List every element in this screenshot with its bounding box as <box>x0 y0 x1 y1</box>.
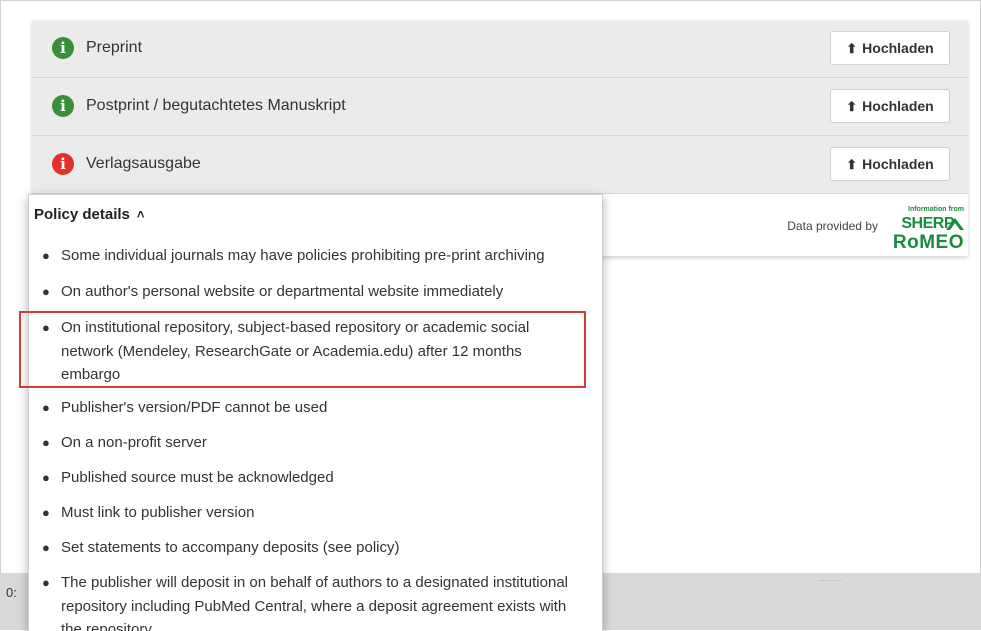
policy-item-text: On author's personal website or departme… <box>61 283 504 300</box>
logo-triangle-inner <box>950 223 960 230</box>
upload-button[interactable]: ⬆ Hochladen <box>830 89 950 123</box>
version-label: Postprint / begutachtetes Manuskript <box>86 97 346 114</box>
policy-item-text: Must link to publisher version <box>61 504 255 521</box>
upload-button-label: Hochladen <box>862 98 934 114</box>
strip-divider <box>818 580 842 581</box>
sherpa-romeo-logo[interactable]: Information from SHERP RoMEO <box>882 206 966 256</box>
bullet-icon: ● <box>42 320 50 335</box>
bullet-icon: ● <box>42 470 50 485</box>
policy-item: ● Published source must be acknowledged <box>42 466 581 490</box>
policy-item-text: Published source must be acknowledged <box>61 469 334 486</box>
upload-icon: ⬆ <box>846 157 858 172</box>
policy-item: ● Set statements to accompany deposits (s… <box>42 536 581 560</box>
upload-button[interactable]: ⬆ Hochladen <box>830 147 950 181</box>
policy-item: ● On author's personal website or departm… <box>42 280 581 304</box>
bullet-icon: ● <box>42 284 50 299</box>
data-provided-text: Data provided by <box>787 219 878 233</box>
version-label: Verlagsausgabe <box>86 155 201 172</box>
policy-item-text: Some individual journals may have polici… <box>61 247 545 264</box>
logo-caption: Information from <box>908 206 964 213</box>
logo-romeo-text: RoMEO <box>892 232 964 253</box>
policy-item: ● On a non-profit server <box>42 431 581 455</box>
policy-item-text: The publisher will deposit in on behalf … <box>61 574 568 631</box>
upload-button[interactable]: ⬆ Hochladen <box>830 31 950 65</box>
policy-item: ● Publisher's version/PDF cannot be used <box>42 396 581 420</box>
policy-item-text: Set statements to accompany deposits (se… <box>61 539 400 556</box>
version-label: Preprint <box>86 39 143 56</box>
bullet-icon: ● <box>42 505 50 520</box>
version-row-publisher: i Verlagsausgabe ⬆ Hochladen <box>32 136 968 194</box>
policy-details-toggle[interactable]: Policy details ˄ <box>34 206 144 223</box>
policy-item-highlighted: ● On institutional repository, subject-ba… <box>42 316 581 387</box>
policy-item-text: On a non-profit server <box>61 434 207 451</box>
upload-button-label: Hochladen <box>862 156 934 172</box>
policy-item: ● The publisher will deposit in on behalf… <box>42 571 581 631</box>
info-icon: i <box>52 37 74 59</box>
policy-details-panel: Policy details ˄ ● Some individual journal… <box>28 194 603 631</box>
strip-text: 0: <box>6 585 17 600</box>
version-row-preprint: i Preprint ⬆ Hochladen <box>32 20 968 78</box>
upload-button-label: Hochladen <box>862 40 934 56</box>
bullet-icon: ● <box>42 575 50 590</box>
policy-item-text: Publisher's version/PDF cannot be used <box>61 399 328 416</box>
info-icon: i <box>52 153 74 175</box>
policy-item: ● Must link to publisher version <box>42 501 581 525</box>
bullet-icon: ● <box>42 435 50 450</box>
bullet-icon: ● <box>42 248 50 263</box>
upload-icon: ⬆ <box>846 41 858 56</box>
bullet-icon: ● <box>42 540 50 555</box>
chevron-up-icon: ˄ <box>136 207 145 222</box>
bullet-icon: ● <box>42 400 50 415</box>
policy-header-label: Policy details <box>34 206 130 223</box>
info-icon: i <box>52 95 74 117</box>
version-row-postprint: i Postprint / begutachtetes Manuskript ⬆… <box>32 78 968 136</box>
policy-item-text: On institutional repository, subject-bas… <box>61 319 530 383</box>
upload-icon: ⬆ <box>846 99 858 114</box>
policy-item: ● Some individual journals may have polic… <box>42 244 581 268</box>
